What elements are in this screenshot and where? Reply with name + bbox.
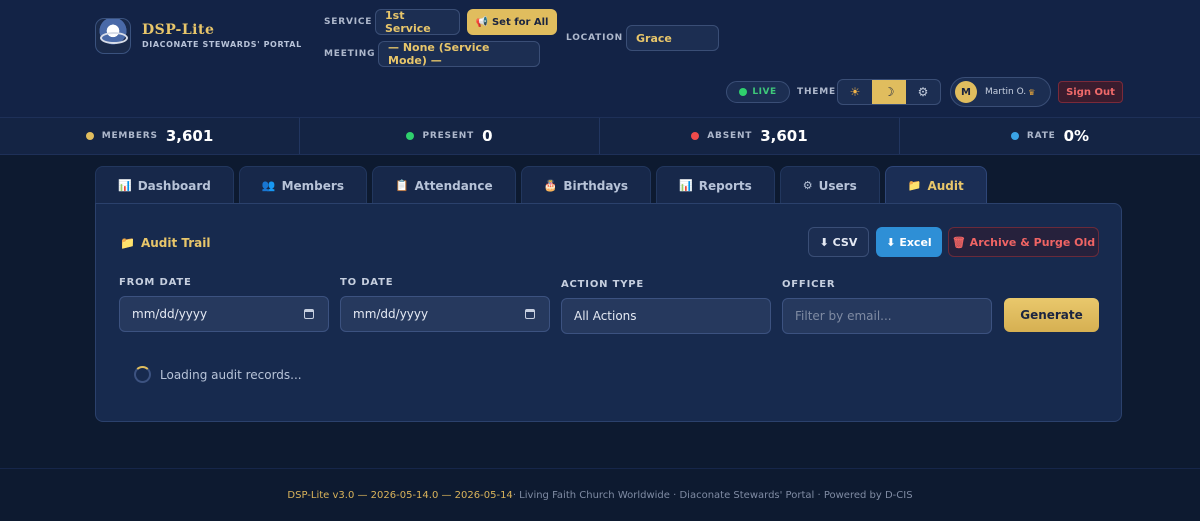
action-type-label: ACTION TYPE	[561, 279, 644, 290]
officer-label: OFFICER	[782, 279, 836, 290]
loading-text: Loading audit records...	[160, 367, 302, 382]
footer-credits: · Living Faith Church Worldwide · Diacon…	[512, 489, 913, 501]
footer-version: DSP-Lite v3.0 — 2026-05-14.0 — 2026-05-1…	[287, 489, 513, 501]
live-label: LIVE	[752, 87, 777, 97]
tab-label: Birthdays	[563, 178, 629, 193]
stat-label: RATE	[1026, 131, 1056, 141]
from-date-label: FROM DATE	[119, 277, 192, 288]
brand-title: DSP-Lite	[142, 22, 215, 38]
from-date-value: mm/dd/yyyy	[132, 307, 208, 321]
live-dot-icon	[739, 88, 748, 96]
members-dot-icon	[85, 132, 94, 140]
tab-label: Members	[281, 178, 344, 193]
page-footer: DSP-Lite v3.0 — 2026-05-14.0 — 2026-05-1…	[0, 468, 1200, 521]
stat-value: 3,601	[165, 127, 214, 145]
rate-dot-icon	[1010, 132, 1019, 140]
church-logo	[95, 18, 131, 54]
chart-icon: 📊	[118, 179, 132, 192]
archive-purge-button[interactable]: 🗑 Archive & Purge Old	[948, 227, 1099, 257]
brand-subtitle: DIACONATE STEWARDS' PORTAL	[142, 40, 302, 49]
audit-panel: 📁 Audit Trail ⬇ CSV ⬇ Excel 🗑 Archive & …	[95, 203, 1122, 422]
to-date-value: mm/dd/yyyy	[353, 307, 429, 321]
from-date-input[interactable]: mm/dd/yyyy	[119, 296, 329, 332]
user-menu[interactable]: M Martin O. ♛	[950, 77, 1051, 107]
tab-users[interactable]: ⚙ Users	[779, 166, 880, 204]
theme-switcher: ☀ ☽ ⚙	[837, 79, 941, 105]
to-date-input[interactable]: mm/dd/yyyy	[340, 296, 550, 332]
calendar-icon[interactable]	[304, 309, 314, 319]
user-name: Martin O.	[985, 87, 1027, 97]
tab-members[interactable]: 👥 Members	[238, 166, 367, 204]
loading-indicator: Loading audit records...	[134, 366, 302, 383]
tab-label: Dashboard	[137, 178, 211, 193]
location-label: LOCATION	[566, 33, 624, 43]
to-date-label: TO DATE	[340, 277, 394, 288]
main-tabs: 📊 Dashboard 👥 Members 📋 Attendance 🎂 Bir…	[95, 166, 987, 204]
tab-dashboard[interactable]: 📊 Dashboard	[95, 166, 234, 204]
stat-value: 3,601	[760, 127, 808, 145]
clipboard-icon: 📋	[394, 179, 409, 192]
chart-icon: 📊	[679, 179, 693, 192]
panel-title-text: Audit Trail	[140, 236, 211, 250]
avatar: M	[955, 81, 977, 103]
stat-value: 0	[482, 127, 493, 145]
stat-label: ABSENT	[707, 131, 753, 141]
moon-icon[interactable]: ☽	[872, 80, 906, 104]
action-type-select[interactable]: All Actions	[561, 298, 771, 334]
stat-label: MEMBERS	[101, 131, 158, 141]
present-dot-icon	[406, 132, 415, 140]
crown-icon: ♛	[1028, 87, 1036, 97]
top-header: DSP-Lite DIACONATE STEWARDS' PORTAL SERV…	[0, 0, 1200, 118]
gear-icon: ⚙	[802, 179, 813, 192]
export-csv-button[interactable]: ⬇ CSV	[808, 227, 869, 257]
generate-button[interactable]: Generate	[1004, 298, 1099, 332]
set-for-all-label: Set for All	[491, 16, 549, 28]
spinner-icon	[134, 366, 151, 383]
officer-filter-input[interactable]: Filter by email...	[782, 298, 992, 334]
cake-icon: 🎂	[543, 179, 558, 192]
folder-icon: 📁	[907, 179, 922, 192]
people-icon: 👥	[261, 179, 276, 192]
stat-absent: ABSENT 3,601	[600, 118, 900, 154]
megaphone-icon: 📢	[475, 16, 488, 28]
sun-icon[interactable]: ☀	[838, 80, 872, 104]
stat-rate: RATE 0%	[900, 118, 1200, 154]
tab-label: Reports	[698, 178, 752, 193]
absent-dot-icon	[691, 132, 700, 140]
tab-reports[interactable]: 📊 Reports	[656, 166, 775, 204]
tab-label: Attendance	[414, 178, 493, 193]
tab-attendance[interactable]: 📋 Attendance	[371, 166, 516, 204]
folder-icon: 📁	[120, 236, 135, 250]
calendar-icon[interactable]	[525, 309, 535, 319]
live-status-badge: LIVE	[726, 81, 790, 103]
stat-label: PRESENT	[422, 131, 475, 141]
service-label: SERVICE	[324, 17, 373, 27]
stats-bar: MEMBERS 3,601 PRESENT 0 ABSENT 3,601 RAT…	[0, 118, 1200, 155]
tab-label: Users	[818, 178, 857, 193]
location-select[interactable]: Grace	[626, 25, 719, 51]
export-excel-button[interactable]: ⬇ Excel	[876, 227, 942, 257]
stat-present: PRESENT 0	[300, 118, 600, 154]
stat-members: MEMBERS 3,601	[0, 118, 300, 154]
audit-trail-title: 📁 Audit Trail	[120, 236, 211, 250]
meeting-select[interactable]: — None (Service Mode) —	[378, 41, 540, 67]
meeting-label: MEETING	[324, 49, 376, 59]
tab-label: Audit	[927, 178, 964, 193]
theme-label: THEME	[797, 87, 836, 97]
tab-audit[interactable]: 📁 Audit	[884, 166, 987, 204]
sign-out-button[interactable]: Sign Out	[1058, 81, 1123, 103]
stat-value: 0%	[1063, 127, 1090, 145]
gear-icon[interactable]: ⚙	[906, 80, 940, 104]
set-for-all-button[interactable]: 📢 Set for All	[467, 9, 557, 35]
tab-birthdays[interactable]: 🎂 Birthdays	[520, 166, 652, 204]
service-select[interactable]: 1st Service	[375, 9, 460, 35]
